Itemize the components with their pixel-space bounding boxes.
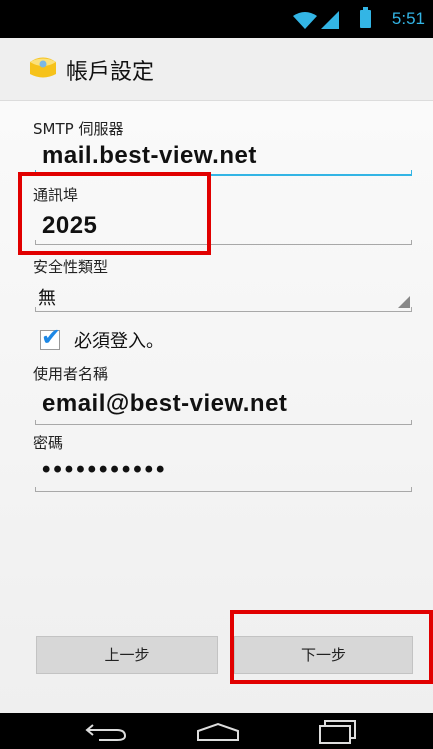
security-type-label: 安全性類型	[33, 258, 109, 276]
require-signin-label: 必須登入。	[74, 331, 164, 352]
back-icon[interactable]	[85, 721, 127, 741]
action-bar: 帳戶設定	[0, 38, 433, 101]
recents-icon[interactable]	[318, 720, 358, 744]
battery-icon	[360, 7, 371, 28]
navigation-bar	[0, 713, 433, 749]
require-signin-checkbox[interactable]	[40, 323, 61, 351]
password-label: 密碼	[33, 434, 64, 452]
clock: 5:51	[391, 9, 425, 28]
username-underline	[35, 420, 412, 425]
smtp-server-label: SMTP 伺服器	[33, 120, 124, 138]
email-app-icon	[30, 57, 56, 78]
previous-button[interactable]: 上一步	[36, 636, 218, 674]
security-type-underline	[35, 307, 412, 312]
dropdown-triangle-icon	[398, 296, 410, 308]
password-underline	[35, 487, 412, 492]
username-input[interactable]: email@best-view.net	[42, 390, 287, 418]
next-highlight-box	[230, 610, 433, 684]
wifi-signal-icon	[293, 11, 339, 29]
username-label: 使用者名稱	[33, 365, 109, 383]
status-bar: 5:51	[0, 0, 433, 38]
port-highlight-box	[18, 172, 211, 255]
page-title: 帳戶設定	[66, 60, 155, 85]
home-icon[interactable]	[196, 722, 240, 742]
smtp-server-input[interactable]: mail.best-view.net	[42, 142, 257, 170]
password-input[interactable]: •••••••••••	[42, 456, 167, 484]
